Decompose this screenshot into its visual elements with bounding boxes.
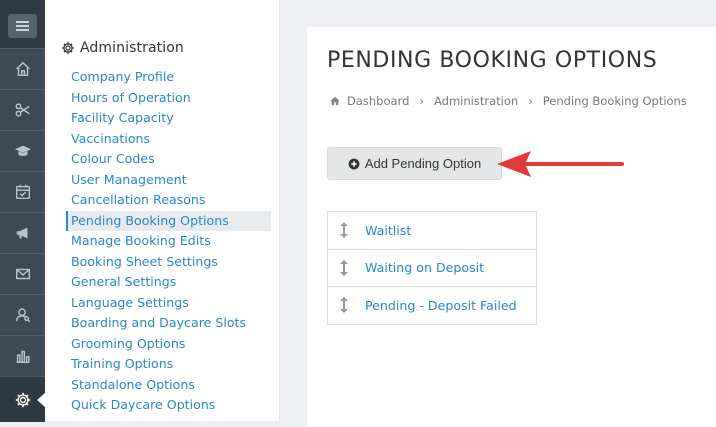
submenu-item-training-options[interactable]: Training Options <box>66 354 271 375</box>
submenu-item-company-profile[interactable]: Company Profile <box>66 67 271 88</box>
breadcrumb-dashboard[interactable]: Dashboard <box>347 94 409 108</box>
admin-submenu: Administration Company Profile Hours of … <box>45 0 280 421</box>
envelope-icon <box>15 268 30 280</box>
submenu-item-grooming-options[interactable]: Grooming Options <box>66 334 271 355</box>
annotation-arrow-icon <box>497 151 624 177</box>
list-item[interactable]: Pending - Deposit Failed <box>328 287 536 324</box>
scissors-icon <box>15 103 30 117</box>
home-icon <box>15 61 30 77</box>
submenu-item-general-settings[interactable]: General Settings <box>66 272 271 293</box>
hamburger-menu-icon[interactable] <box>8 14 37 38</box>
submenu-item-booking-sheet-settings[interactable]: Booking Sheet Settings <box>66 252 271 273</box>
breadcrumb-separator: › <box>419 94 425 108</box>
gear-icon <box>62 42 74 54</box>
add-pending-option-button[interactable]: Add Pending Option <box>327 147 502 180</box>
list-item[interactable]: Waiting on Deposit <box>328 250 536 287</box>
rail-home[interactable] <box>0 48 45 89</box>
breadcrumb-administration[interactable]: Administration <box>434 94 518 108</box>
pending-options-list: Waitlist Waiting on Deposit Pending - De… <box>327 211 537 325</box>
graduation-cap-icon <box>14 145 31 156</box>
rail-marketing[interactable] <box>0 212 45 253</box>
option-label[interactable]: Waiting on Deposit <box>365 260 484 275</box>
add-button-label: Add Pending Option <box>364 156 482 171</box>
submenu-item-manage-booking-edits[interactable]: Manage Booking Edits <box>66 231 271 252</box>
page-title: PENDING BOOKING OPTIONS <box>327 48 658 73</box>
rail-reports[interactable] <box>0 335 45 376</box>
list-item[interactable]: Waitlist <box>328 212 536 250</box>
drag-handle-icon[interactable] <box>338 222 350 239</box>
drag-handle-icon[interactable] <box>338 297 350 314</box>
active-indicator-caret <box>37 392 45 407</box>
submenu-title: Administration <box>61 40 184 56</box>
user-search-icon <box>15 308 30 323</box>
option-label[interactable]: Waitlist <box>365 223 411 238</box>
submenu-item-facility-capacity[interactable]: Facility Capacity <box>66 108 271 129</box>
plus-circle-icon <box>348 158 360 169</box>
submenu-item-user-management[interactable]: User Management <box>66 170 271 191</box>
home-icon <box>330 96 340 106</box>
submenu-item-hours-of-operation[interactable]: Hours of Operation <box>66 88 271 109</box>
breadcrumb-separator: › <box>528 94 533 108</box>
rail-admin[interactable] <box>0 376 45 422</box>
gear-icon <box>15 392 30 407</box>
rail-customers[interactable] <box>0 294 45 335</box>
option-label[interactable]: Pending - Deposit Failed <box>365 298 517 313</box>
submenu-title-label: Administration <box>80 40 184 56</box>
submenu-item-cancellation-reasons[interactable]: Cancellation Reasons <box>66 190 271 211</box>
rail-grooming[interactable] <box>0 89 45 130</box>
rail-messages[interactable] <box>0 253 45 294</box>
submenu-item-pending-booking-options[interactable]: Pending Booking Options <box>66 210 271 231</box>
megaphone-icon <box>16 227 27 239</box>
icon-rail <box>0 0 45 422</box>
rail-calendar[interactable] <box>0 171 45 212</box>
drag-handle-icon[interactable] <box>338 259 350 276</box>
submenu-item-language-settings[interactable]: Language Settings <box>66 293 271 314</box>
submenu-item-colour-codes[interactable]: Colour Codes <box>66 149 271 170</box>
submenu-item-quick-daycare-options[interactable]: Quick Daycare Options <box>66 395 271 416</box>
submenu-item-boarding-daycare-slots[interactable]: Boarding and Daycare Slots <box>66 313 271 334</box>
submenu-item-vaccinations[interactable]: Vaccinations <box>66 129 271 150</box>
calendar-check-icon <box>15 184 30 200</box>
breadcrumb: Dashboard › Administration › Pending Boo… <box>329 94 687 108</box>
rail-header <box>0 0 45 48</box>
main-content: PENDING BOOKING OPTIONS Dashboard › Admi… <box>307 27 716 427</box>
submenu-list: Company Profile Hours of Operation Facil… <box>66 67 271 416</box>
rail-training[interactable] <box>0 130 45 171</box>
submenu-item-standalone-options[interactable]: Standalone Options <box>66 375 271 396</box>
bar-chart-icon <box>16 350 30 364</box>
breadcrumb-current: Pending Booking Options <box>542 94 687 108</box>
